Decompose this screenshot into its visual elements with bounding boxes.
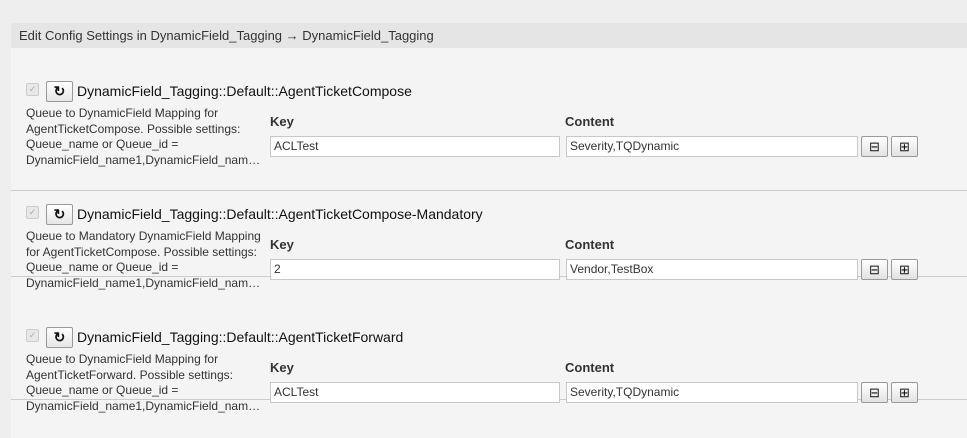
description-line: AgentTicketForward. Possible settings: xyxy=(26,367,233,382)
setting-enabled-checkbox[interactable]: ✓ xyxy=(26,329,39,342)
key-input[interactable]: ACLTest xyxy=(270,382,560,403)
key-label: Key xyxy=(270,237,294,252)
setting-description: Queue to DynamicField Mapping for AgentT… xyxy=(26,352,271,414)
reset-icon: ↻ xyxy=(53,206,66,222)
description-line: DynamicField_name1,DynamicField_nam… xyxy=(26,398,261,413)
reset-button[interactable]: ↻ xyxy=(46,81,73,102)
check-icon: ✓ xyxy=(28,207,37,217)
key-label: Key xyxy=(270,360,294,375)
remove-entry-button[interactable]: ⊟ xyxy=(861,382,888,403)
check-icon: ✓ xyxy=(28,84,37,94)
minus-box-icon: ⊟ xyxy=(869,262,880,277)
description-line: Queue to DynamicField Mapping for xyxy=(26,352,219,366)
setting-section: ✓ ↻ DynamicField_Tagging::Default::Agent… xyxy=(11,276,967,413)
reset-icon: ↻ xyxy=(53,329,66,345)
description-line: Queue to Mandatory DynamicField Mapping xyxy=(26,229,261,243)
setting-enabled-checkbox[interactable]: ✓ xyxy=(26,206,39,219)
setting-name: DynamicField_Tagging::Default::AgentTick… xyxy=(77,206,483,222)
add-entry-button[interactable]: ⊞ xyxy=(891,382,918,403)
plus-box-icon: ⊞ xyxy=(899,139,910,154)
check-icon: ✓ xyxy=(28,330,37,340)
reset-button[interactable]: ↻ xyxy=(46,204,73,225)
reset-icon: ↻ xyxy=(53,83,66,99)
setting-section: ✓ ↻ DynamicField_Tagging::Default::Agent… xyxy=(11,153,967,290)
description-line: AgentTicketCompose. Possible settings: xyxy=(26,121,241,136)
content-label: Content xyxy=(565,114,615,129)
config-panel: Edit Config Settings in DynamicField_Tag… xyxy=(11,23,967,438)
content-label: Content xyxy=(565,237,615,252)
description-line: Queue_name or Queue_id = xyxy=(26,137,179,151)
minus-box-icon: ⊟ xyxy=(869,385,880,400)
description-line: Queue to DynamicField Mapping for xyxy=(26,106,219,120)
description-line: for AgentTicketCompose. Possible setting… xyxy=(26,244,257,259)
key-label: Key xyxy=(270,114,294,129)
reset-button[interactable]: ↻ xyxy=(46,327,73,348)
plus-box-icon: ⊞ xyxy=(899,262,910,277)
description-line: Queue_name or Queue_id = xyxy=(26,383,179,397)
setting-name: DynamicField_Tagging::Default::AgentTick… xyxy=(77,329,404,345)
setting-enabled-checkbox[interactable]: ✓ xyxy=(26,83,39,96)
setting-name: DynamicField_Tagging::Default::AgentTick… xyxy=(77,83,412,99)
content-label: Content xyxy=(565,360,615,375)
plus-box-icon: ⊞ xyxy=(899,385,910,400)
content-input[interactable]: Severity,TQDynamic xyxy=(566,382,858,403)
description-line: Queue_name or Queue_id = xyxy=(26,260,179,274)
minus-box-icon: ⊟ xyxy=(869,139,880,154)
